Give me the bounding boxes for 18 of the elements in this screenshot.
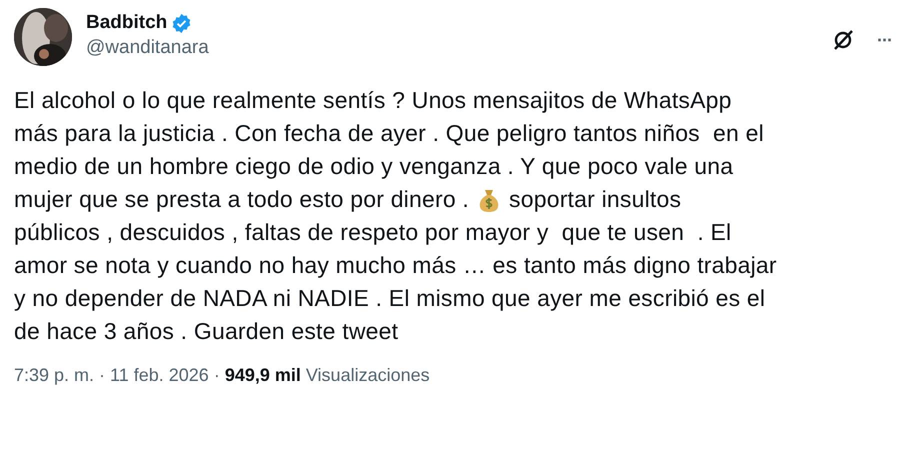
tweet-text-line: más para la justicia . Con fecha de ayer . Que peligro tantos niños en el (14, 119, 764, 148)
author-name[interactable]: Badbitch (86, 11, 168, 35)
views-count: 949,9 mil (224, 364, 301, 387)
tweet-time[interactable]: 7:39 p. m. (14, 362, 94, 389)
tweet-text-line: públicos , descuidos , faltas de respeto por mayor y que te usen . El (14, 218, 732, 248)
separator-dot: · (99, 364, 106, 387)
tweet-text-line: amor se nota y cuando no hay mucho más … es tanto más digno trabajar (14, 251, 777, 280)
views-label: Visualizaciones (306, 364, 430, 387)
tweet-text-line: soportar insultos (509, 185, 682, 214)
tweet-text-line: y no depender de NADA ni NADIE . El mismo que ayer me escribió es el (14, 284, 766, 314)
separator-dot: · (214, 364, 220, 387)
tweet-text-line: mujer que se presta a todo esto por dinero . (14, 185, 470, 214)
more-button[interactable]: ··· (877, 30, 892, 50)
tweet-text-line: medio de un hombre ciego de odio y venganza . Y que poco vale una (14, 152, 734, 182)
tweet-text-line: El alcohol o lo que realmente sentís ? Unos mensajitos de WhatsApp (14, 86, 732, 116)
tweet-text-line: de hace 3 años . Guarden este tweet (14, 317, 398, 346)
tweet-date[interactable]: 11 feb. 2026 (110, 362, 209, 389)
author-handle[interactable]: @wanditanara (86, 35, 209, 61)
